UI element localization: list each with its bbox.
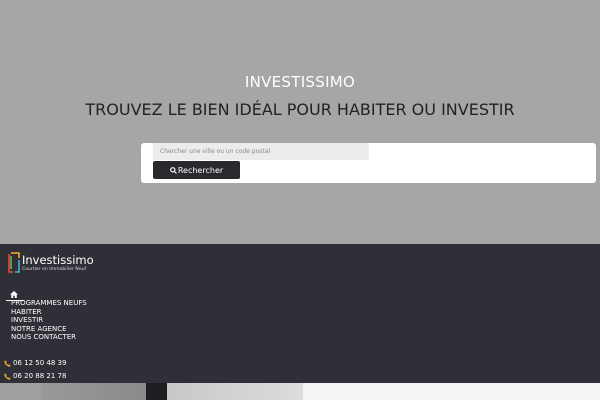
- phone-number: 06 12 50 48 39: [13, 359, 67, 367]
- logo-subtitle: Courtier en Immobilier Neuf: [22, 267, 87, 272]
- home-icon[interactable]: [10, 291, 18, 298]
- main-nav: PROGRAMMES NEUFS HABITER INVESTIR NOTRE …: [11, 299, 87, 342]
- logo[interactable]: Investissimo Courtier en Immobilier Neuf: [8, 252, 94, 273]
- phone-icon: [4, 359, 11, 367]
- hero-section: INVESTISSIMO TROUVEZ LE BIEN IDÉAL POUR …: [0, 0, 600, 244]
- nav-item-notre-agence[interactable]: NOTRE AGENCE: [11, 325, 87, 334]
- logo-name: Investissimo: [22, 253, 94, 267]
- search-input[interactable]: [153, 143, 369, 160]
- phone-link-1[interactable]: 06 12 50 48 39: [4, 359, 66, 367]
- property-photo: [41, 383, 303, 400]
- search-icon: [169, 166, 177, 174]
- logo-mark-icon: [8, 252, 20, 273]
- phone-icon: [4, 372, 11, 380]
- nav-item-habiter[interactable]: HABITER: [11, 308, 87, 317]
- nav-item-nous-contacter[interactable]: NOUS CONTACTER: [11, 333, 87, 342]
- search-button[interactable]: Rechercher: [153, 161, 240, 179]
- content-panel: [303, 383, 600, 400]
- hero-tagline: TROUVEZ LE BIEN IDÉAL POUR HABITER OU IN…: [85, 100, 515, 119]
- search-card: Rechercher: [141, 143, 596, 183]
- search-button-label: Rechercher: [177, 165, 224, 175]
- nav-panel: Investissimo Courtier en Immobilier Neuf…: [0, 244, 600, 383]
- phone-link-2[interactable]: 06 20 88 21 78: [4, 372, 66, 380]
- phone-number: 06 20 88 21 78: [13, 372, 67, 380]
- hero-brand: INVESTISSIMO: [244, 73, 356, 91]
- nav-item-programmes-neufs[interactable]: PROGRAMMES NEUFS: [11, 299, 87, 308]
- nav-item-investir[interactable]: INVESTIR: [11, 316, 87, 325]
